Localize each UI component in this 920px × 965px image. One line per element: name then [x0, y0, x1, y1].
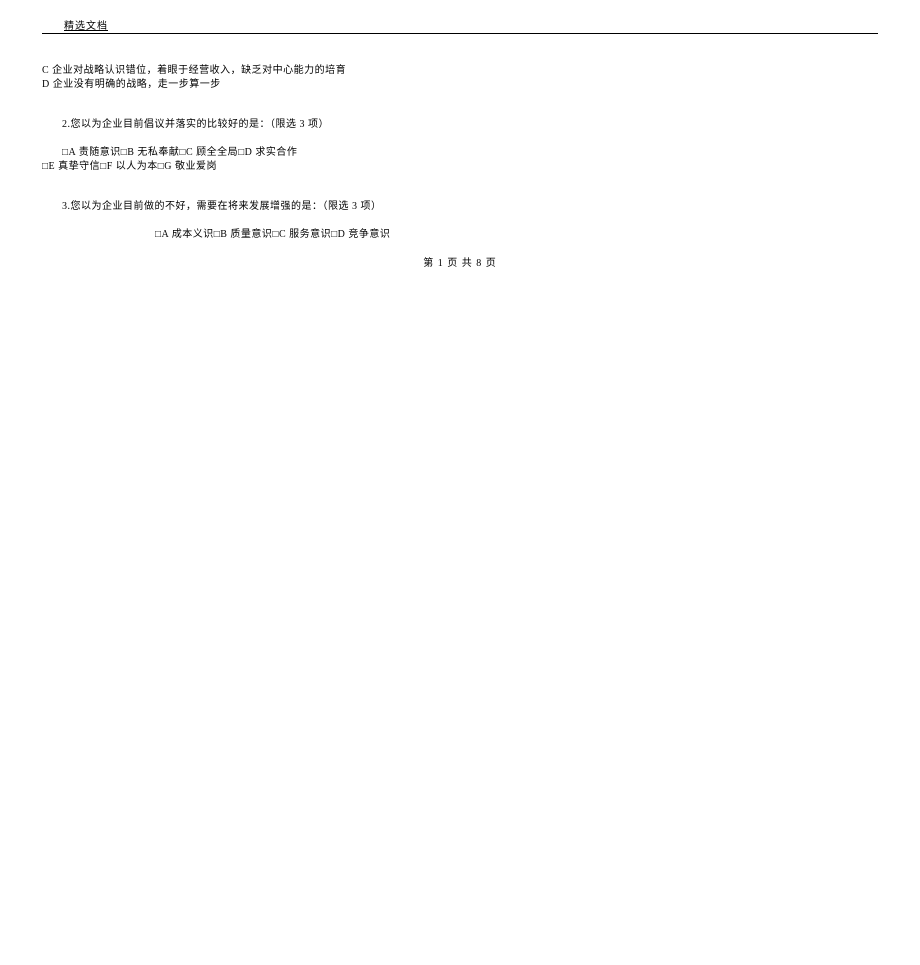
spacer — [42, 132, 878, 146]
spacer — [42, 174, 878, 200]
question-2-options-line1: □A 责随意识□B 无私奉献□C 顾全全局□D 求实合作 — [42, 146, 878, 160]
question-2-options-line2: □E 真挚守信□F 以人为本□G 敬业爱岗 — [42, 160, 878, 174]
option-d-text: D 企业没有明确的战略，走一步算一步 — [42, 78, 878, 92]
question-3-text: 3.您以为企业目前做的不好，需要在将来发展增强的是：（限选 3 项） — [42, 200, 878, 214]
page-container: 精选文档 C 企业对战略认识错位，着眼于经营收入，缺乏对中心能力的培育 D 企业… — [0, 17, 920, 269]
spacer — [42, 214, 878, 228]
content-section: C 企业对战略认识错位，着眼于经营收入，缺乏对中心能力的培育 D 企业没有明确的… — [42, 64, 878, 242]
header-section: 精选文档 — [42, 17, 878, 34]
question-3-options-line1: □A 成本义识□B 质量意识□C 服务意识□D 竞争意识 — [42, 228, 878, 242]
option-c-text: C 企业对战略认识错位，着眼于经营收入，缺乏对中心能力的培育 — [42, 64, 878, 78]
question-2-text: 2.您以为企业目前倡议并落实的比较好的是：（限选 3 项） — [42, 118, 878, 132]
header-title: 精选文档 — [64, 21, 108, 32]
spacer — [42, 92, 878, 118]
footer-page-info: 第 1 页 共 8 页 — [42, 254, 878, 269]
